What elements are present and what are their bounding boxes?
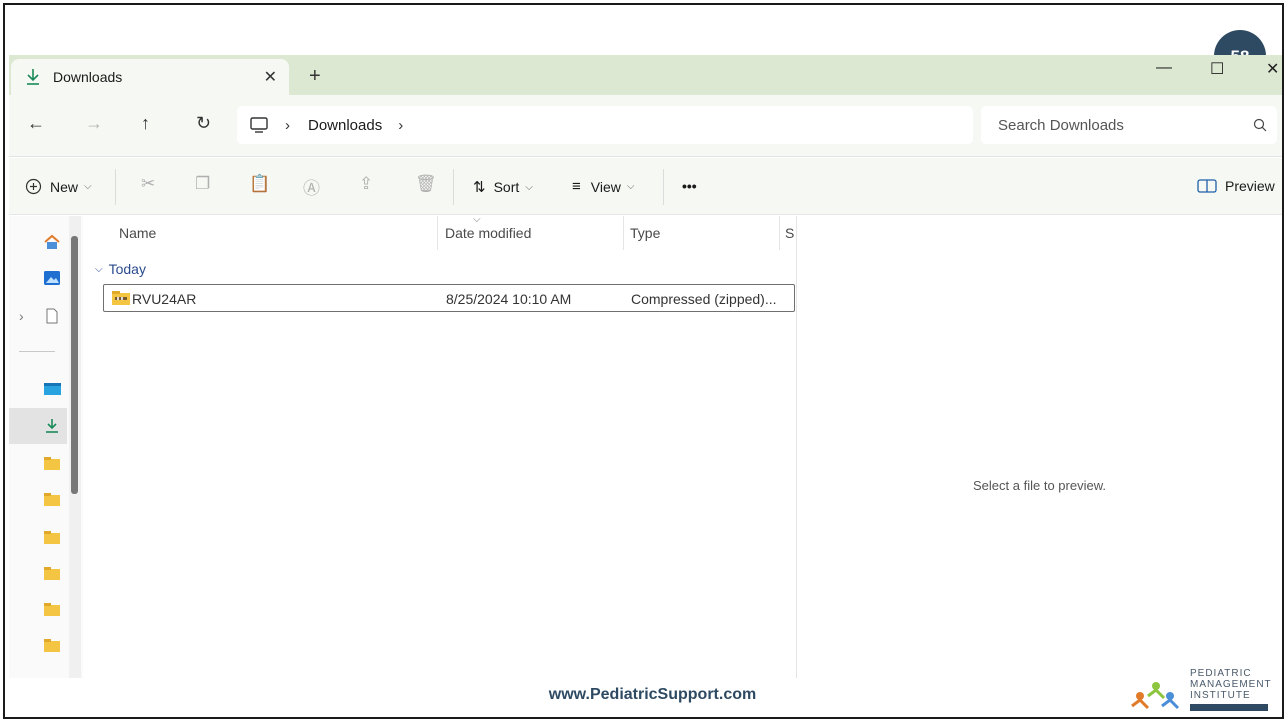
chevron-right-icon[interactable]: › xyxy=(285,117,290,134)
chevron-down-icon: ⌵ xyxy=(525,181,533,193)
breadcrumb[interactable]: › Downloads › xyxy=(237,106,973,144)
new-label: New xyxy=(50,178,79,195)
up-button[interactable]: ↑ xyxy=(141,113,150,134)
rename-icon[interactable]: Ⓐ xyxy=(303,174,320,199)
column-separator[interactable] xyxy=(623,216,624,250)
sort-icon: ⇅ xyxy=(473,179,486,196)
preview-label: Preview xyxy=(1225,178,1275,194)
document-icon[interactable] xyxy=(43,308,61,324)
view-label: View xyxy=(590,178,621,195)
file-row[interactable]: RVU24AR 8/25/2024 10:10 AM Compressed (z… xyxy=(103,284,795,312)
folder-icon[interactable] xyxy=(43,492,61,508)
group-label: Today xyxy=(108,261,146,277)
logo-line-2: MANAGEMENT xyxy=(1190,679,1272,690)
slide-footer: www.PediatricSupport.com PEDIATRIC MANAG… xyxy=(9,668,1282,717)
view-button[interactable]: ≡ View ⌵ xyxy=(572,178,634,195)
minimize-button[interactable]: — xyxy=(1156,59,1172,77)
column-separator[interactable] xyxy=(779,216,780,250)
file-name: RVU24AR xyxy=(132,291,197,307)
chevron-right-icon[interactable]: › xyxy=(398,117,403,134)
new-tab-button[interactable]: + xyxy=(309,65,321,88)
tab-label: Downloads xyxy=(53,69,123,85)
preview-message: Select a file to preview. xyxy=(973,478,1106,493)
toolbar-divider xyxy=(453,169,454,205)
folder-icon[interactable] xyxy=(43,566,61,582)
chevron-down-icon: ⌵ xyxy=(95,263,103,275)
column-header-size[interactable]: S xyxy=(785,225,794,241)
command-bar: New ⌵ ✂ ❐ 📋 Ⓐ ⇪ 🗑 ⇅ Sort ⌵ ≡ View ⌵ ••• … xyxy=(9,158,1282,215)
search-input[interactable]: Search Downloads xyxy=(981,106,1277,144)
navigation-pane: › xyxy=(9,216,83,678)
zip-folder-icon xyxy=(112,291,130,305)
tab-downloads[interactable]: Downloads ✕ xyxy=(11,59,289,95)
slide-frame: 58 Downloads ✕ + — ☐ ✕ ← → ↑ ↻ › Downloa… xyxy=(3,3,1284,719)
refresh-button[interactable]: ↻ xyxy=(196,113,211,134)
column-header-type[interactable]: Type xyxy=(630,225,660,241)
home-icon[interactable] xyxy=(43,234,61,250)
add-circle-icon xyxy=(25,178,42,195)
folder-icon[interactable] xyxy=(43,530,61,546)
copy-icon[interactable]: ❐ xyxy=(195,174,210,194)
pmi-logo: PEDIATRIC MANAGEMENT INSTITUTE xyxy=(1126,668,1276,716)
cut-icon[interactable]: ✂ xyxy=(141,174,155,194)
toolbar-divider xyxy=(115,169,116,205)
download-icon xyxy=(27,69,39,85)
logo-text: PEDIATRIC MANAGEMENT INSTITUTE xyxy=(1190,668,1272,701)
preview-button[interactable]: Preview xyxy=(1197,178,1275,194)
folder-icon[interactable] xyxy=(43,638,61,654)
close-button[interactable]: ✕ xyxy=(1266,59,1279,79)
more-options-button[interactable]: ••• xyxy=(682,178,697,194)
column-header-date[interactable]: Date modified xyxy=(445,225,531,241)
footer-url: www.PediatricSupport.com xyxy=(548,686,757,703)
nav-scrollbar-thumb[interactable] xyxy=(71,236,78,494)
preview-pane: Select a file to preview. xyxy=(797,216,1282,678)
search-icon[interactable] xyxy=(1253,118,1267,132)
file-type: Compressed (zipped)... xyxy=(631,291,777,307)
chevron-down-icon: ⌵ xyxy=(84,181,92,192)
file-list: Name ⌵ Date modified Type S ⌵ Today RVU2… xyxy=(85,214,796,678)
nav-divider xyxy=(19,351,55,352)
logo-line-3: INSTITUTE xyxy=(1190,690,1251,701)
folder-icon[interactable] xyxy=(43,602,61,618)
toolbar-divider xyxy=(663,169,664,205)
column-header-name[interactable]: Name xyxy=(119,225,156,241)
forward-button[interactable]: → xyxy=(85,113,103,134)
paste-icon[interactable]: 📋 xyxy=(249,174,270,194)
file-date: 8/25/2024 10:10 AM xyxy=(446,291,572,307)
preview-pane-icon xyxy=(1197,179,1217,193)
downloads-nav-icon[interactable] xyxy=(43,418,61,434)
column-separator[interactable] xyxy=(437,216,438,250)
address-bar: ← → ↑ ↻ › Downloads › Search Downloads xyxy=(9,95,1282,157)
sort-label: Sort xyxy=(493,179,520,195)
maximize-button[interactable]: ☐ xyxy=(1210,59,1224,79)
chevron-down-icon: ⌵ xyxy=(626,181,635,192)
title-bar: Downloads ✕ + — ☐ ✕ xyxy=(9,55,1282,95)
logo-figures-icon xyxy=(1131,682,1180,710)
search-placeholder: Search Downloads xyxy=(998,116,1124,134)
delete-icon[interactable]: 🗑 xyxy=(415,174,437,194)
logo-line-1: PEDIATRIC xyxy=(1190,668,1252,679)
group-header-today[interactable]: ⌵ Today xyxy=(95,261,146,277)
gallery-icon[interactable] xyxy=(43,270,61,286)
desktop-icon[interactable] xyxy=(43,381,61,397)
breadcrumb-downloads[interactable]: Downloads xyxy=(308,117,382,134)
sort-descending-icon: ⌵ xyxy=(473,214,481,225)
sort-button[interactable]: ⇅ Sort ⌵ xyxy=(473,178,533,196)
back-button[interactable]: ← xyxy=(27,113,45,134)
new-button[interactable]: New ⌵ xyxy=(25,178,92,195)
expand-chevron-icon[interactable]: › xyxy=(19,308,24,324)
view-lines-icon: ≡ xyxy=(572,178,581,195)
computer-icon xyxy=(250,117,268,133)
tab-close-icon[interactable]: ✕ xyxy=(264,67,277,87)
share-icon[interactable]: ⇪ xyxy=(359,174,373,194)
logo-badge xyxy=(1190,704,1268,711)
folder-icon[interactable] xyxy=(43,456,61,472)
